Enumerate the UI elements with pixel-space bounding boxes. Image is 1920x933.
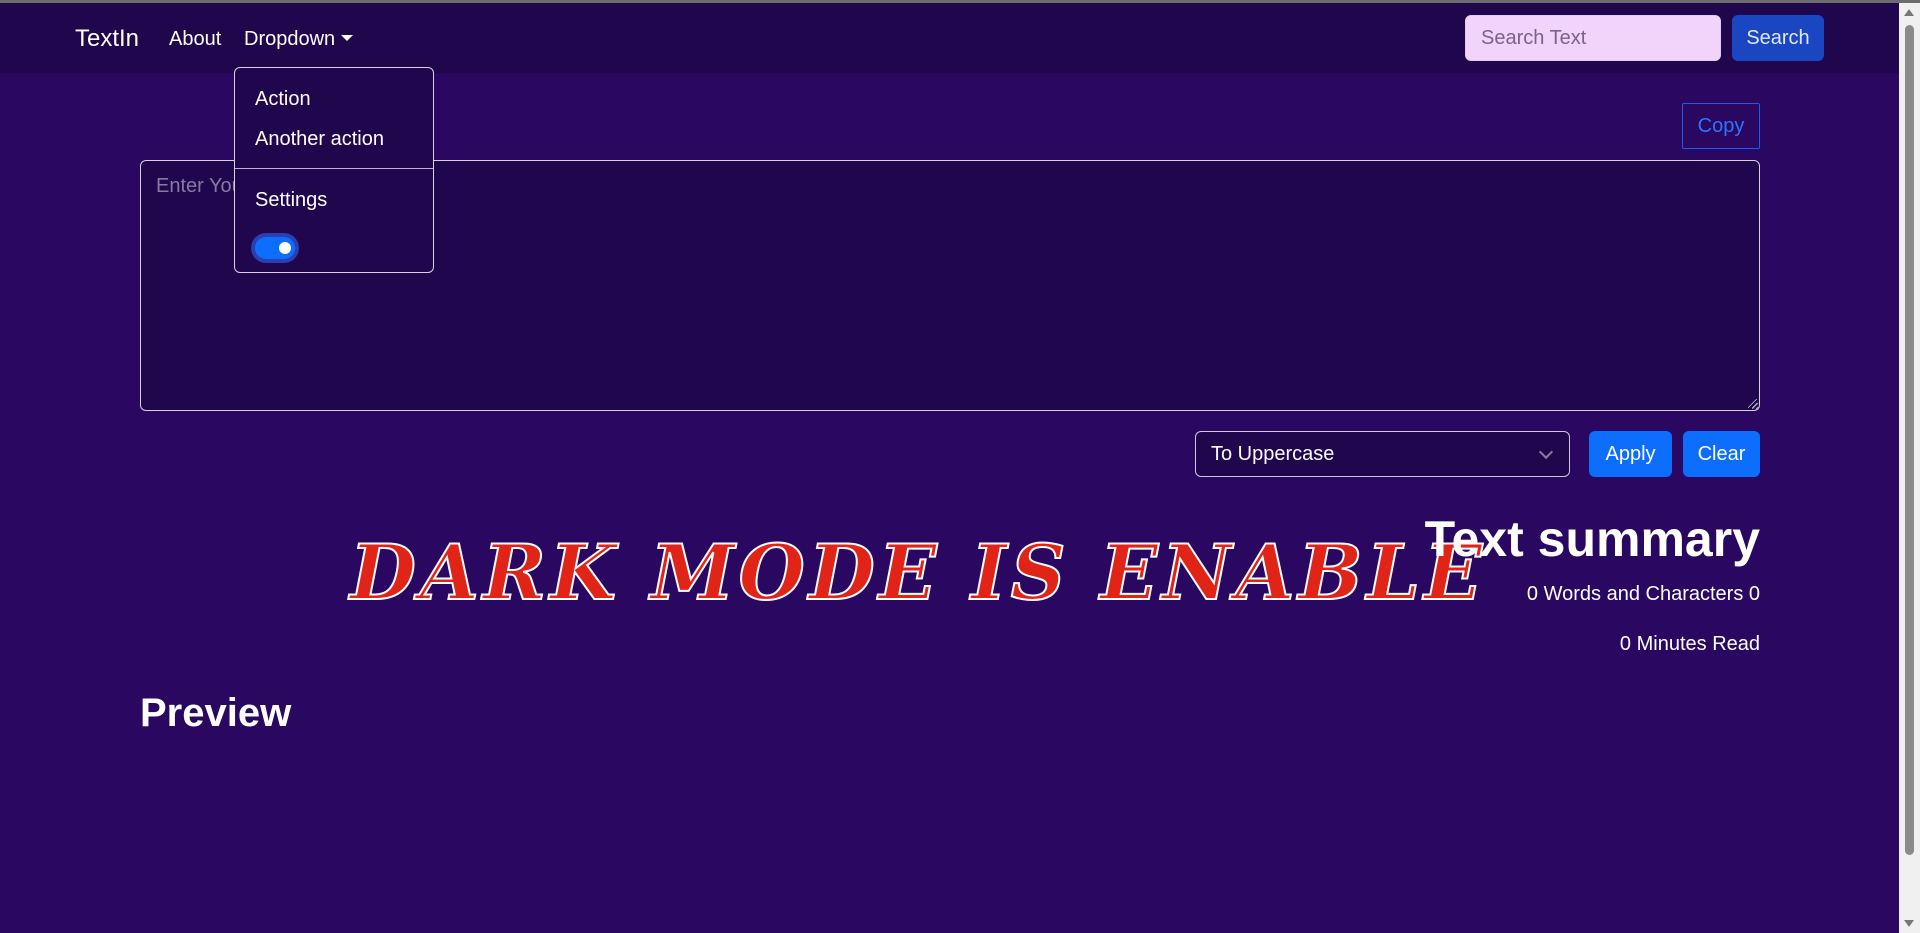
preview-title: Preview <box>140 691 292 735</box>
search-input[interactable] <box>1465 15 1721 61</box>
apply-button[interactable]: Apply <box>1589 431 1672 477</box>
scroll-thumb[interactable] <box>1905 25 1914 855</box>
clear-button[interactable]: Clear <box>1683 431 1760 477</box>
word-char-count: 0 Words and Characters 0 <box>1526 583 1760 605</box>
transform-select[interactable]: To Uppercase <box>1195 431 1570 477</box>
chevron-down-icon <box>1538 444 1554 460</box>
nav-dropdown-toggle[interactable]: Dropdown <box>244 28 354 51</box>
transform-select-value: To Uppercase <box>1211 443 1335 465</box>
copy-button[interactable]: Copy <box>1682 103 1760 149</box>
dropdown-item-another-action[interactable]: Another action <box>255 128 384 151</box>
vertical-scrollbar[interactable] <box>1899 3 1920 933</box>
scroll-up-arrow-icon[interactable] <box>1904 9 1914 16</box>
dropdown-item-settings[interactable]: Settings <box>255 189 327 212</box>
navbar: TextIn About Dropdown Search <box>0 3 1899 73</box>
summary-title: Text summary <box>1424 511 1760 567</box>
brand-logo[interactable]: TextIn <box>75 25 139 53</box>
dropdown-item-action[interactable]: Action <box>255 88 311 111</box>
nav-dropdown-label: Dropdown <box>244 28 336 50</box>
caret-down-icon <box>341 35 354 41</box>
resize-handle-icon[interactable] <box>1748 399 1757 408</box>
read-time: 0 Minutes Read <box>1619 633 1760 655</box>
dropdown-menu: Action Another action Settings <box>234 67 434 273</box>
dropdown-divider <box>235 168 433 169</box>
dark-mode-toggle[interactable] <box>255 237 295 259</box>
search-button[interactable]: Search <box>1732 15 1824 61</box>
page-viewport: TextIn About Dropdown Search Copy To Upp… <box>0 3 1899 933</box>
dark-mode-banner: Dark Mode Is Enable <box>349 527 1487 618</box>
toggle-knob <box>279 242 291 254</box>
scroll-down-arrow-icon[interactable] <box>1904 920 1914 927</box>
nav-about-link[interactable]: About <box>169 28 221 51</box>
